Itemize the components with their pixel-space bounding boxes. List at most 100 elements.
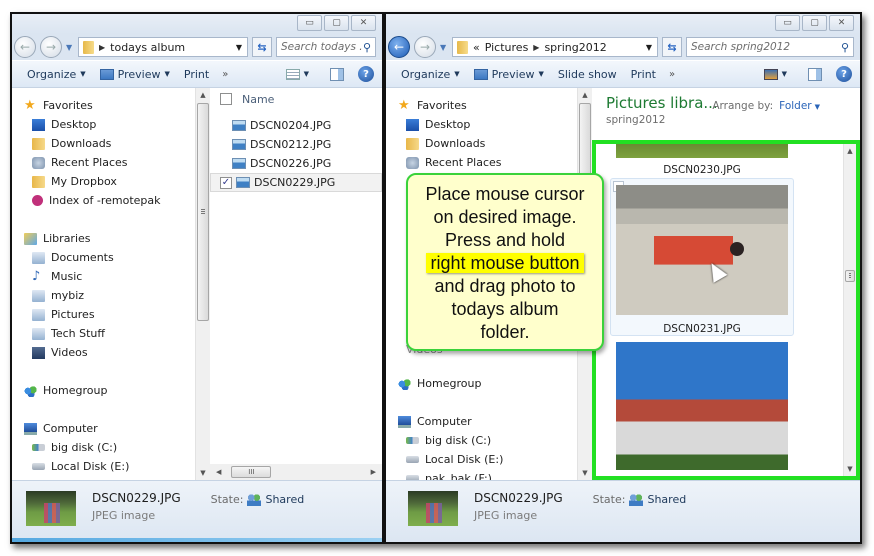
address-bar[interactable]: « Pictures ▶ spring2012 ▼ <box>452 37 658 57</box>
minimize-button[interactable]: ▭ <box>297 15 322 31</box>
nav-computer[interactable]: Computer <box>386 412 592 431</box>
back-button[interactable]: ← <box>14 36 36 58</box>
nav-mybiz[interactable]: mybiz <box>12 286 210 305</box>
nav-desktop[interactable]: Desktop <box>386 115 592 134</box>
scroll-down-icon[interactable]: ▼ <box>196 466 210 480</box>
forward-button[interactable]: → <box>40 36 62 58</box>
nav-homegroup[interactable]: Homegroup <box>386 374 592 393</box>
slideshow-button[interactable]: Slide show <box>551 68 624 81</box>
scroll-thumb[interactable]: III <box>231 466 272 478</box>
maximize-button[interactable]: ▢ <box>324 15 349 31</box>
select-all-checkbox[interactable] <box>220 93 232 105</box>
address-bar[interactable]: ▶ todays album ▼ <box>78 37 248 57</box>
preview-pane-toggle[interactable] <box>330 67 344 81</box>
more-commands-button[interactable]: » <box>216 69 234 80</box>
more-commands-button[interactable]: » <box>663 69 681 80</box>
nav-recent-places[interactable]: Recent Places <box>386 153 592 172</box>
horizontal-scrollbar[interactable]: ◀ III ▶ <box>210 464 382 480</box>
breadcrumb-separator-icon[interactable]: ▶ <box>533 43 539 52</box>
nav-scrollbar[interactable]: ▲ ▼ <box>195 88 210 480</box>
help-icon[interactable]: ? <box>358 66 374 82</box>
preview-menu[interactable]: Preview ▼ <box>467 68 551 81</box>
scroll-thumb[interactable] <box>845 270 855 282</box>
nav-index-remotepak[interactable]: Index of -remotepak <box>12 191 210 210</box>
nav-local-disk[interactable]: Local Disk (E:) <box>12 457 210 476</box>
scroll-up-icon[interactable]: ▲ <box>196 88 210 102</box>
breadcrumb-separator-icon[interactable]: ▶ <box>99 43 105 52</box>
column-header-name[interactable]: Name <box>242 93 274 106</box>
nav-pictures[interactable]: Pictures <box>12 305 210 324</box>
nav-favorites[interactable]: ★ Favorites <box>12 96 210 115</box>
nav-tech-stuff[interactable]: Tech Stuff <box>12 324 210 343</box>
nav-recent-places[interactable]: Recent Places <box>12 153 210 172</box>
breadcrumb-todays-album[interactable]: todays album <box>110 41 185 54</box>
search-icon[interactable]: ⚲ <box>363 41 371 54</box>
title-bar[interactable]: ▭ ▢ ✕ <box>12 14 382 34</box>
change-view-button[interactable]: ▼ <box>757 68 794 80</box>
nav-downloads[interactable]: Downloads <box>386 134 592 153</box>
arrange-by-dropdown[interactable]: Folder <box>779 100 811 112</box>
scroll-down-icon[interactable]: ▼ <box>578 466 592 480</box>
forward-button[interactable]: → <box>414 36 436 58</box>
print-button[interactable]: Print <box>624 68 663 81</box>
refresh-button[interactable]: ⇆ <box>662 37 682 57</box>
thumbnail-tile-hovered[interactable]: DSCN0231.JPG <box>610 178 794 336</box>
organize-menu[interactable]: Organize ▼ <box>394 68 467 81</box>
refresh-button[interactable]: ⇆ <box>252 37 272 57</box>
scroll-up-icon[interactable]: ▲ <box>578 88 592 102</box>
close-button[interactable]: ✕ <box>351 15 376 31</box>
nav-local-disk[interactable]: Local Disk (E:) <box>386 450 592 469</box>
scroll-up-icon[interactable]: ▲ <box>844 144 856 158</box>
recent-pages-dropdown[interactable]: ▼ <box>66 43 74 52</box>
scroll-down-icon[interactable]: ▼ <box>844 462 856 476</box>
title-bar[interactable]: ▭ ▢ ✕ <box>386 14 860 34</box>
maximize-button[interactable]: ▢ <box>802 15 827 31</box>
scroll-right-icon[interactable]: ▶ <box>371 468 376 476</box>
thumbnail-scrollbar[interactable]: ▲ ▼ <box>843 144 856 476</box>
file-row[interactable]: DSCN0204.JPG <box>210 116 382 135</box>
nav-homegroup[interactable]: Homegroup <box>12 381 210 400</box>
nav-my-dropbox[interactable]: My Dropbox <box>12 172 210 191</box>
address-dropdown-icon[interactable]: ▼ <box>231 43 247 52</box>
nav-computer[interactable]: Computer <box>12 419 210 438</box>
chevron-down-icon: ▼ <box>303 70 309 78</box>
organize-menu[interactable]: Organize ▼ <box>20 68 93 81</box>
search-icon[interactable]: ⚲ <box>841 41 849 54</box>
nav-big-disk[interactable]: big disk (C:) <box>12 438 210 457</box>
nav-music[interactable]: ♪ Music <box>12 267 210 286</box>
nav-videos[interactable]: Videos <box>12 343 210 362</box>
nav-libraries[interactable]: Libraries <box>12 229 210 248</box>
file-row-selected[interactable]: ✓ DSCN0229.JPG <box>210 173 382 192</box>
print-button[interactable]: Print <box>177 68 216 81</box>
search-input[interactable]: Search todays ... ⚲ <box>276 37 376 57</box>
chevron-down-icon[interactable]: ▼ <box>815 103 820 111</box>
recent-pages-dropdown[interactable]: ▼ <box>440 43 448 52</box>
breadcrumb-overflow[interactable]: « <box>473 41 480 54</box>
thumbnail-tile[interactable]: DSCN0232.JPG <box>610 342 794 476</box>
file-row[interactable]: DSCN0226.JPG <box>210 154 382 173</box>
scroll-thumb[interactable] <box>197 103 209 321</box>
nav-downloads[interactable]: Downloads <box>12 134 210 153</box>
nav-favorites[interactable]: ★ Favorites <box>386 96 592 115</box>
preview-menu[interactable]: Preview ▼ <box>93 68 177 81</box>
nav-big-disk[interactable]: big disk (C:) <box>386 431 592 450</box>
thumbnail-tile[interactable]: DSCN0230.JPG <box>610 144 794 176</box>
close-button[interactable]: ✕ <box>829 15 854 31</box>
jpeg-file-icon <box>232 139 246 150</box>
file-row[interactable]: DSCN0212.JPG <box>210 135 382 154</box>
breadcrumb-spring2012[interactable]: spring2012 <box>544 41 606 54</box>
scroll-left-icon[interactable]: ◀ <box>216 468 221 476</box>
address-dropdown-icon[interactable]: ▼ <box>641 43 657 52</box>
row-checkbox-checked[interactable]: ✓ <box>220 176 232 189</box>
preview-pane-toggle[interactable] <box>808 67 822 81</box>
details-state: State: Shared <box>593 491 687 506</box>
preview-icon <box>473 68 488 80</box>
minimize-button[interactable]: ▭ <box>775 15 800 31</box>
nav-documents[interactable]: Documents <box>12 248 210 267</box>
nav-desktop[interactable]: Desktop <box>12 115 210 134</box>
search-input[interactable]: Search spring2012 ⚲ <box>686 37 854 57</box>
back-button[interactable]: ← <box>388 36 410 58</box>
help-icon[interactable]: ? <box>836 66 852 82</box>
breadcrumb-pictures[interactable]: Pictures <box>485 41 529 54</box>
change-view-button[interactable]: ▼ <box>279 68 316 80</box>
